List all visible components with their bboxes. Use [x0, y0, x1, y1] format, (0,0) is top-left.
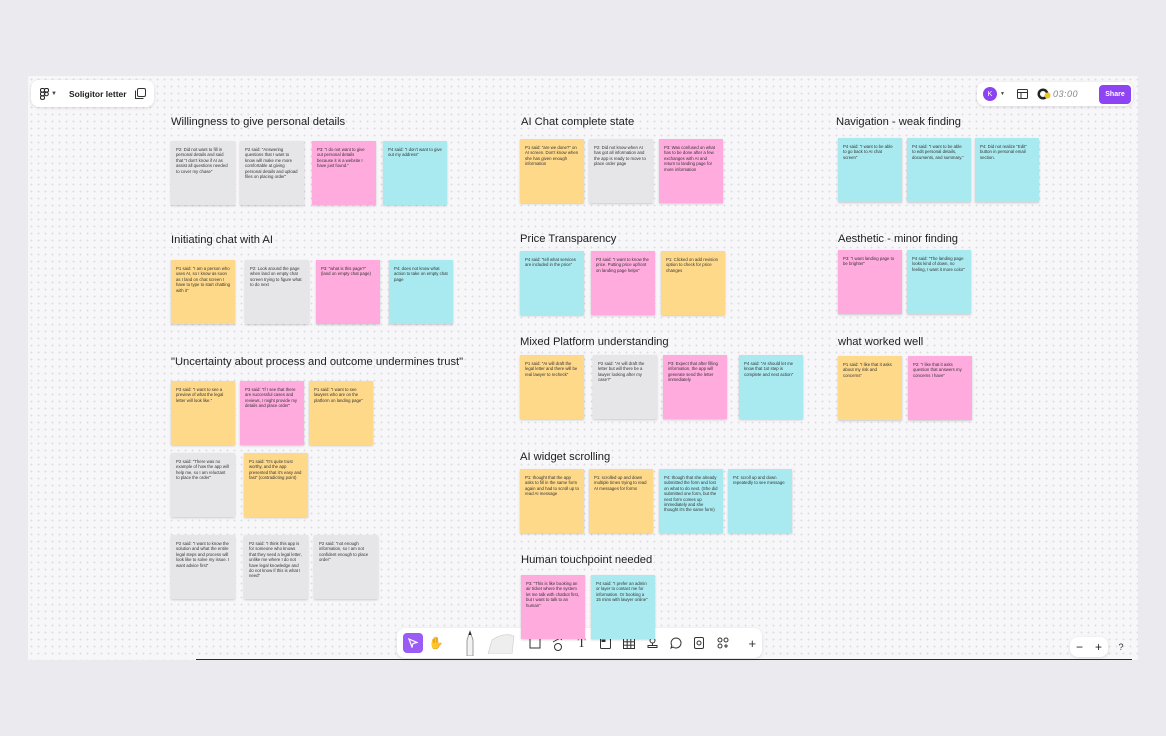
- widget-icon: [694, 637, 705, 649]
- section-title[interactable]: Price Transparency: [520, 233, 616, 245]
- figma-menu-icon[interactable]: [40, 87, 49, 100]
- sticky-note[interactable]: P1: scrolled up and down multiple times …: [589, 469, 653, 533]
- section-title[interactable]: "Uncertainty about process and outcome u…: [171, 356, 463, 368]
- sticky-note[interactable]: P1 said: "are we done?" on AI screen. Do…: [520, 139, 584, 203]
- section-title[interactable]: Aesthetic - minor finding: [838, 233, 958, 245]
- tape-icon: [487, 634, 515, 654]
- table-icon: [622, 637, 635, 649]
- sticky-note[interactable]: P3: Was confused on what has to be done …: [659, 139, 723, 203]
- file-title[interactable]: Soligitor letter: [69, 89, 127, 99]
- avatar[interactable]: K: [983, 87, 997, 101]
- sticky-note[interactable]: P2 said: "There was no example of how th…: [171, 453, 235, 517]
- sticky-note[interactable]: P4: Did not realize "Edit" button in per…: [975, 138, 1039, 202]
- sticky-note[interactable]: P1 said: "I am a person who uses AI, so …: [171, 260, 235, 324]
- timer-icon[interactable]: [1037, 87, 1051, 101]
- comment-icon: [669, 637, 682, 649]
- horizontal-scrollbar[interactable]: [196, 659, 1132, 660]
- zoom-out-icon[interactable]: −: [1076, 640, 1083, 654]
- sticky-note[interactable]: P1: thought that the app asks to fill in…: [520, 469, 584, 533]
- plus-icon: +: [748, 635, 757, 651]
- sticky-note[interactable]: P2 said: "Answering questions that I wan…: [240, 141, 304, 205]
- hand-icon: ✋: [428, 636, 444, 650]
- add-button[interactable]: +: [743, 633, 763, 653]
- sticky-note[interactable]: P2: Did not want to fill in personal det…: [171, 141, 235, 205]
- sticky-note[interactable]: P4: though that she already submitted th…: [659, 469, 723, 533]
- zoom-in-icon[interactable]: +: [1095, 640, 1102, 654]
- sticky-note[interactable]: P3: Expect that after filling informatio…: [663, 355, 727, 419]
- zoom-controls: − +: [1070, 637, 1108, 657]
- grid-icon: [717, 637, 729, 649]
- section-title[interactable]: Navigation - weak finding: [836, 116, 961, 128]
- comment-tool-button[interactable]: [666, 633, 686, 653]
- sticky-note[interactable]: P2 said: "I want to know the solution an…: [171, 535, 235, 599]
- chevron-down-icon[interactable]: ▼: [1000, 91, 1005, 97]
- sticky-note[interactable]: P3: "what is this page?" (land on empty …: [316, 260, 380, 324]
- sticky-note[interactable]: P4 said: "AI should let me know that 1st…: [739, 355, 803, 419]
- sticky-note[interactable]: P3 said: "I want to see a preview of wha…: [171, 381, 235, 445]
- sticky-note[interactable]: P2: Did not know when AI has got all inf…: [589, 139, 653, 203]
- sticky-note[interactable]: P1: Clicked on add revision option to ch…: [661, 251, 725, 315]
- select-tool-button[interactable]: [403, 633, 423, 653]
- sticky-note[interactable]: P2: Look around the page when land on em…: [245, 260, 309, 324]
- pages-icon[interactable]: [135, 88, 146, 99]
- sticky-note[interactable]: P4 said: "I want to be able to go back t…: [838, 138, 902, 202]
- sticky-note[interactable]: P1 said: "I want to see lawyers who are …: [309, 381, 373, 445]
- avatar-letter: K: [987, 90, 993, 98]
- sticky-note[interactable]: P3 said: "If I see that there are succes…: [240, 381, 304, 445]
- top-right-panel: K ▼ 03:00 Share: [977, 82, 1133, 106]
- sticky-note[interactable]: P3: "I do not want to give out personal …: [312, 141, 376, 205]
- sticky-note[interactable]: P4 said: "tell what services are include…: [520, 251, 584, 315]
- sticky-note[interactable]: P1 said: "AI will draft the legal letter…: [520, 355, 584, 419]
- timer-text[interactable]: 03:00: [1053, 89, 1078, 99]
- section-title[interactable]: AI widget scrolling: [520, 451, 610, 463]
- share-label: Share: [1105, 90, 1125, 98]
- sticky-note[interactable]: P4: does not know what action to take on…: [389, 260, 453, 324]
- washi-tape-button[interactable]: [486, 630, 517, 656]
- section-title[interactable]: Initiating chat with AI: [171, 234, 273, 246]
- help-icon[interactable]: ?: [1114, 640, 1128, 654]
- sticky-note[interactable]: P1 said: "It's quite trust worthy, and t…: [244, 453, 308, 517]
- layout-icon[interactable]: [1016, 89, 1028, 99]
- sticky-note[interactable]: P4: scroll up and down repeatedly to see…: [728, 469, 792, 533]
- sticky-note[interactable]: P2 said: "not enough information, so I a…: [314, 535, 378, 599]
- sticky-note[interactable]: P4 said: "I don't want to give out my ad…: [383, 141, 447, 205]
- sticky-note[interactable]: P4 said: "I want to be able to edit pers…: [907, 138, 971, 202]
- sticky-note[interactable]: P2: "I like that it asks question that a…: [908, 356, 972, 420]
- widget-tool-button[interactable]: [689, 633, 709, 653]
- section-title[interactable]: Human touchpoint needed: [521, 554, 652, 566]
- sticky-note[interactable]: P3: "This is like booking an air ticket …: [521, 575, 585, 639]
- section-title[interactable]: Mixed Platform understanding: [520, 336, 669, 348]
- cursor-icon: [407, 638, 418, 648]
- sticky-note[interactable]: P2 said: "I think this app is for someon…: [244, 535, 308, 599]
- section-title[interactable]: AI Chat complete state: [521, 116, 634, 128]
- pen-icon: [466, 630, 474, 656]
- section-title[interactable]: Willingness to give personal details: [171, 116, 345, 128]
- share-button[interactable]: Share: [1099, 84, 1131, 104]
- sticky-note[interactable]: P3 said: "I want to know the price. Putt…: [591, 251, 655, 315]
- sticky-note[interactable]: P1 said: "I like that it asks about my r…: [838, 356, 902, 420]
- chevron-down-icon[interactable]: ▼: [51, 91, 57, 97]
- more-tools-button[interactable]: [713, 633, 733, 653]
- section-title[interactable]: what worked well: [838, 336, 923, 348]
- hand-tool-button[interactable]: ✋: [427, 633, 447, 653]
- sticky-note[interactable]: P2 said: "AI will draft the letter but w…: [593, 355, 657, 419]
- sticky-note[interactable]: P3: "I want landing page to be brighter": [838, 250, 902, 314]
- sticky-note[interactable]: P4 said: "The landing page looks kind of…: [907, 250, 971, 314]
- file-panel: ▼ Soligitor letter: [31, 80, 154, 107]
- pen-tool-button[interactable]: [458, 628, 481, 658]
- section-icon: [599, 637, 611, 649]
- sticky-note[interactable]: P4 said: "I prefer an admin or layer to …: [591, 575, 655, 639]
